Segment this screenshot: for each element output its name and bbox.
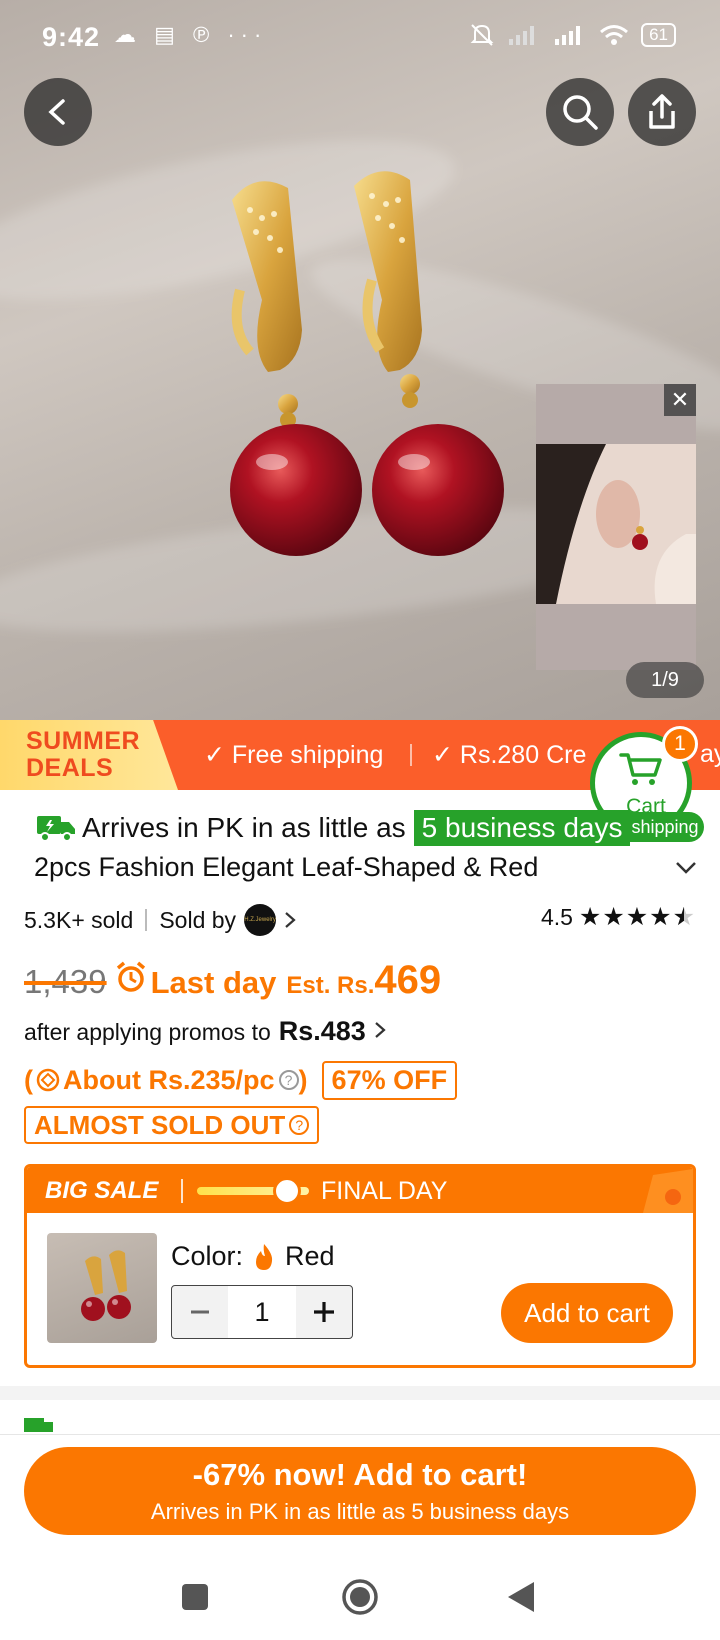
original-price: 1,439 xyxy=(24,963,107,1000)
next-section-peek xyxy=(24,1412,704,1432)
signal-icon xyxy=(509,26,535,45)
variant-thumbnail[interactable] xyxy=(47,1233,157,1343)
delivery-text: Arrives in PK in as little as xyxy=(82,812,406,843)
close-video-button[interactable]: ✕ xyxy=(664,384,696,416)
increase-quantity-button[interactable] xyxy=(296,1286,352,1338)
fire-icon xyxy=(256,1243,273,1270)
rating-stars-icon: ★★★★★★ xyxy=(578,903,696,931)
chevron-right-icon xyxy=(375,1022,386,1038)
big-sale-header: BIG SALE FINAL DAY xyxy=(27,1167,693,1213)
signal-icon-2 xyxy=(555,26,581,45)
free-shipping-perk-label: Free shipping xyxy=(231,741,384,769)
color-selection: Color: Red xyxy=(171,1241,335,1272)
meta-divider xyxy=(145,909,148,931)
cta-sub-text: Arrives in PK in as little as 5 business… xyxy=(150,1499,570,1524)
sale-progress-clock-icon xyxy=(273,1177,301,1205)
paren-close: ) xyxy=(298,1064,308,1095)
status-time: 9:42 xyxy=(42,22,101,52)
quantity-stepper[interactable]: 1 xyxy=(171,1285,353,1339)
summer-deals-badge: SUMMER DEALS xyxy=(0,720,178,790)
est-label: Est. Rs. xyxy=(286,972,375,999)
color-value: Red xyxy=(285,1241,335,1271)
help-icon: ? xyxy=(289,1115,310,1135)
cta-main-text: -67% now! Add to cart! xyxy=(192,1457,528,1492)
share-button[interactable] xyxy=(628,78,696,146)
unit-price-row: ( About Rs.235/pc ? ) 67% OFF xyxy=(24,1060,458,1100)
recent-apps-icon[interactable] xyxy=(180,1582,210,1612)
delivery-estimate: Arrives in PK in as little as 5 business… xyxy=(36,808,631,848)
chevron-right-icon[interactable] xyxy=(282,910,298,930)
add-to-cart-button[interactable]: Add to cart xyxy=(501,1283,673,1343)
sale-decoration-icon xyxy=(643,1169,693,1213)
seller-logo[interactable]: H.Z.Jewelry xyxy=(244,904,277,936)
almost-sold-out-label: ALMOST SOLD OUT xyxy=(34,1109,286,1140)
sale-divider xyxy=(181,1179,183,1203)
status-right-icons: 61 xyxy=(469,22,676,48)
search-button[interactable] xyxy=(546,78,614,146)
color-label: Color: xyxy=(171,1241,244,1271)
video-preview[interactable]: ✕ xyxy=(536,384,696,670)
rating-value: 4.5 xyxy=(540,903,573,930)
back-nav-icon[interactable] xyxy=(506,1580,536,1614)
paren-open: ( xyxy=(24,1064,33,1095)
back-button[interactable] xyxy=(24,78,92,146)
final-day-label: FINAL DAY xyxy=(321,1177,448,1205)
mute-bell-icon xyxy=(470,24,494,46)
decrease-quantity-button[interactable] xyxy=(172,1286,228,1338)
model-ear-photo xyxy=(536,444,696,604)
almost-sold-out-badge[interactable]: ALMOST SOLD OUT ? xyxy=(24,1106,320,1144)
notification-icons: ☁ ▤ ℗ ··· xyxy=(114,22,268,47)
summer-line-2: DEALS xyxy=(26,754,114,782)
add-to-cart-cta-button[interactable]: -67% now! Add to cart! Arrives in PK in … xyxy=(24,1447,696,1535)
quantity-value[interactable]: 1 xyxy=(228,1286,296,1338)
search-icon xyxy=(563,95,598,130)
cart-count-badge: 1 xyxy=(662,726,698,762)
check-icon: ✓ xyxy=(204,741,225,769)
sold-by-label[interactable]: Sold by xyxy=(159,907,236,934)
truck-icon xyxy=(24,1418,53,1432)
minus-icon xyxy=(191,1310,209,1314)
chevron-left-icon xyxy=(48,99,65,125)
product-title[interactable]: 2pcs Fashion Elegant Leaf-Shaped & Red xyxy=(34,852,694,883)
big-sale-label: BIG SALE xyxy=(45,1177,159,1204)
unit-badge-icon xyxy=(36,1068,60,1092)
discount-badge: 67% OFF xyxy=(321,1060,458,1100)
sold-count: 5.3K+ sold xyxy=(24,906,134,933)
share-icon xyxy=(649,94,675,129)
strip-divider xyxy=(410,744,412,766)
help-icon[interactable]: ? xyxy=(278,1070,299,1090)
free-shipping-perk: ✓ Free shipping xyxy=(204,740,383,770)
chevron-down-icon[interactable] xyxy=(674,860,698,876)
big-sale-card: BIG SALE FINAL DAY Color: Red 1 Add to c… xyxy=(24,1164,696,1368)
summer-line-1: SUMMER xyxy=(26,727,141,755)
bottom-action-bar: -67% now! Add to cart! Arrives in PK in … xyxy=(0,1434,720,1554)
system-navigation-bar xyxy=(0,1554,720,1640)
credit-perk-label: Rs.280 Cre xyxy=(459,741,587,769)
check-icon: ✓ xyxy=(432,741,453,769)
delivery-days-chip: 5 business days xyxy=(413,810,631,846)
earring-thumbnail-image xyxy=(81,1250,131,1321)
plus-icon xyxy=(314,1302,334,1322)
alarm-clock-icon xyxy=(116,961,145,992)
estimated-price: 469 xyxy=(374,958,442,1002)
promo-price-line[interactable]: after applying promos to Rs.483 xyxy=(24,1016,388,1047)
unit-price: About Rs.235/pc xyxy=(63,1064,275,1095)
section-divider xyxy=(0,1386,720,1400)
credit-perk: ✓ Rs.280 Cre xyxy=(432,740,586,770)
last-day-label: Last day xyxy=(150,965,277,1000)
status-bar: 9:42 ☁ ▤ ℗ ··· 61 xyxy=(0,0,720,76)
wifi-icon xyxy=(600,25,629,45)
truck-icon xyxy=(37,816,75,842)
promo-text: after applying promos to xyxy=(24,1019,271,1045)
price-row: 1,439 Last day Est. Rs. 469 xyxy=(24,958,441,1006)
rating[interactable]: 4.5 ★★★★★★ xyxy=(541,902,696,932)
battery-indicator: 61 xyxy=(641,23,676,47)
promo-price: Rs.483 xyxy=(278,1016,366,1046)
cart-icon xyxy=(619,753,662,785)
home-icon[interactable] xyxy=(341,1578,379,1616)
image-counter: 1/9 xyxy=(626,662,704,698)
product-image-gallery[interactable]: 9:42 ☁ ▤ ℗ ··· 61 ✕ 1/9 xyxy=(0,0,720,720)
